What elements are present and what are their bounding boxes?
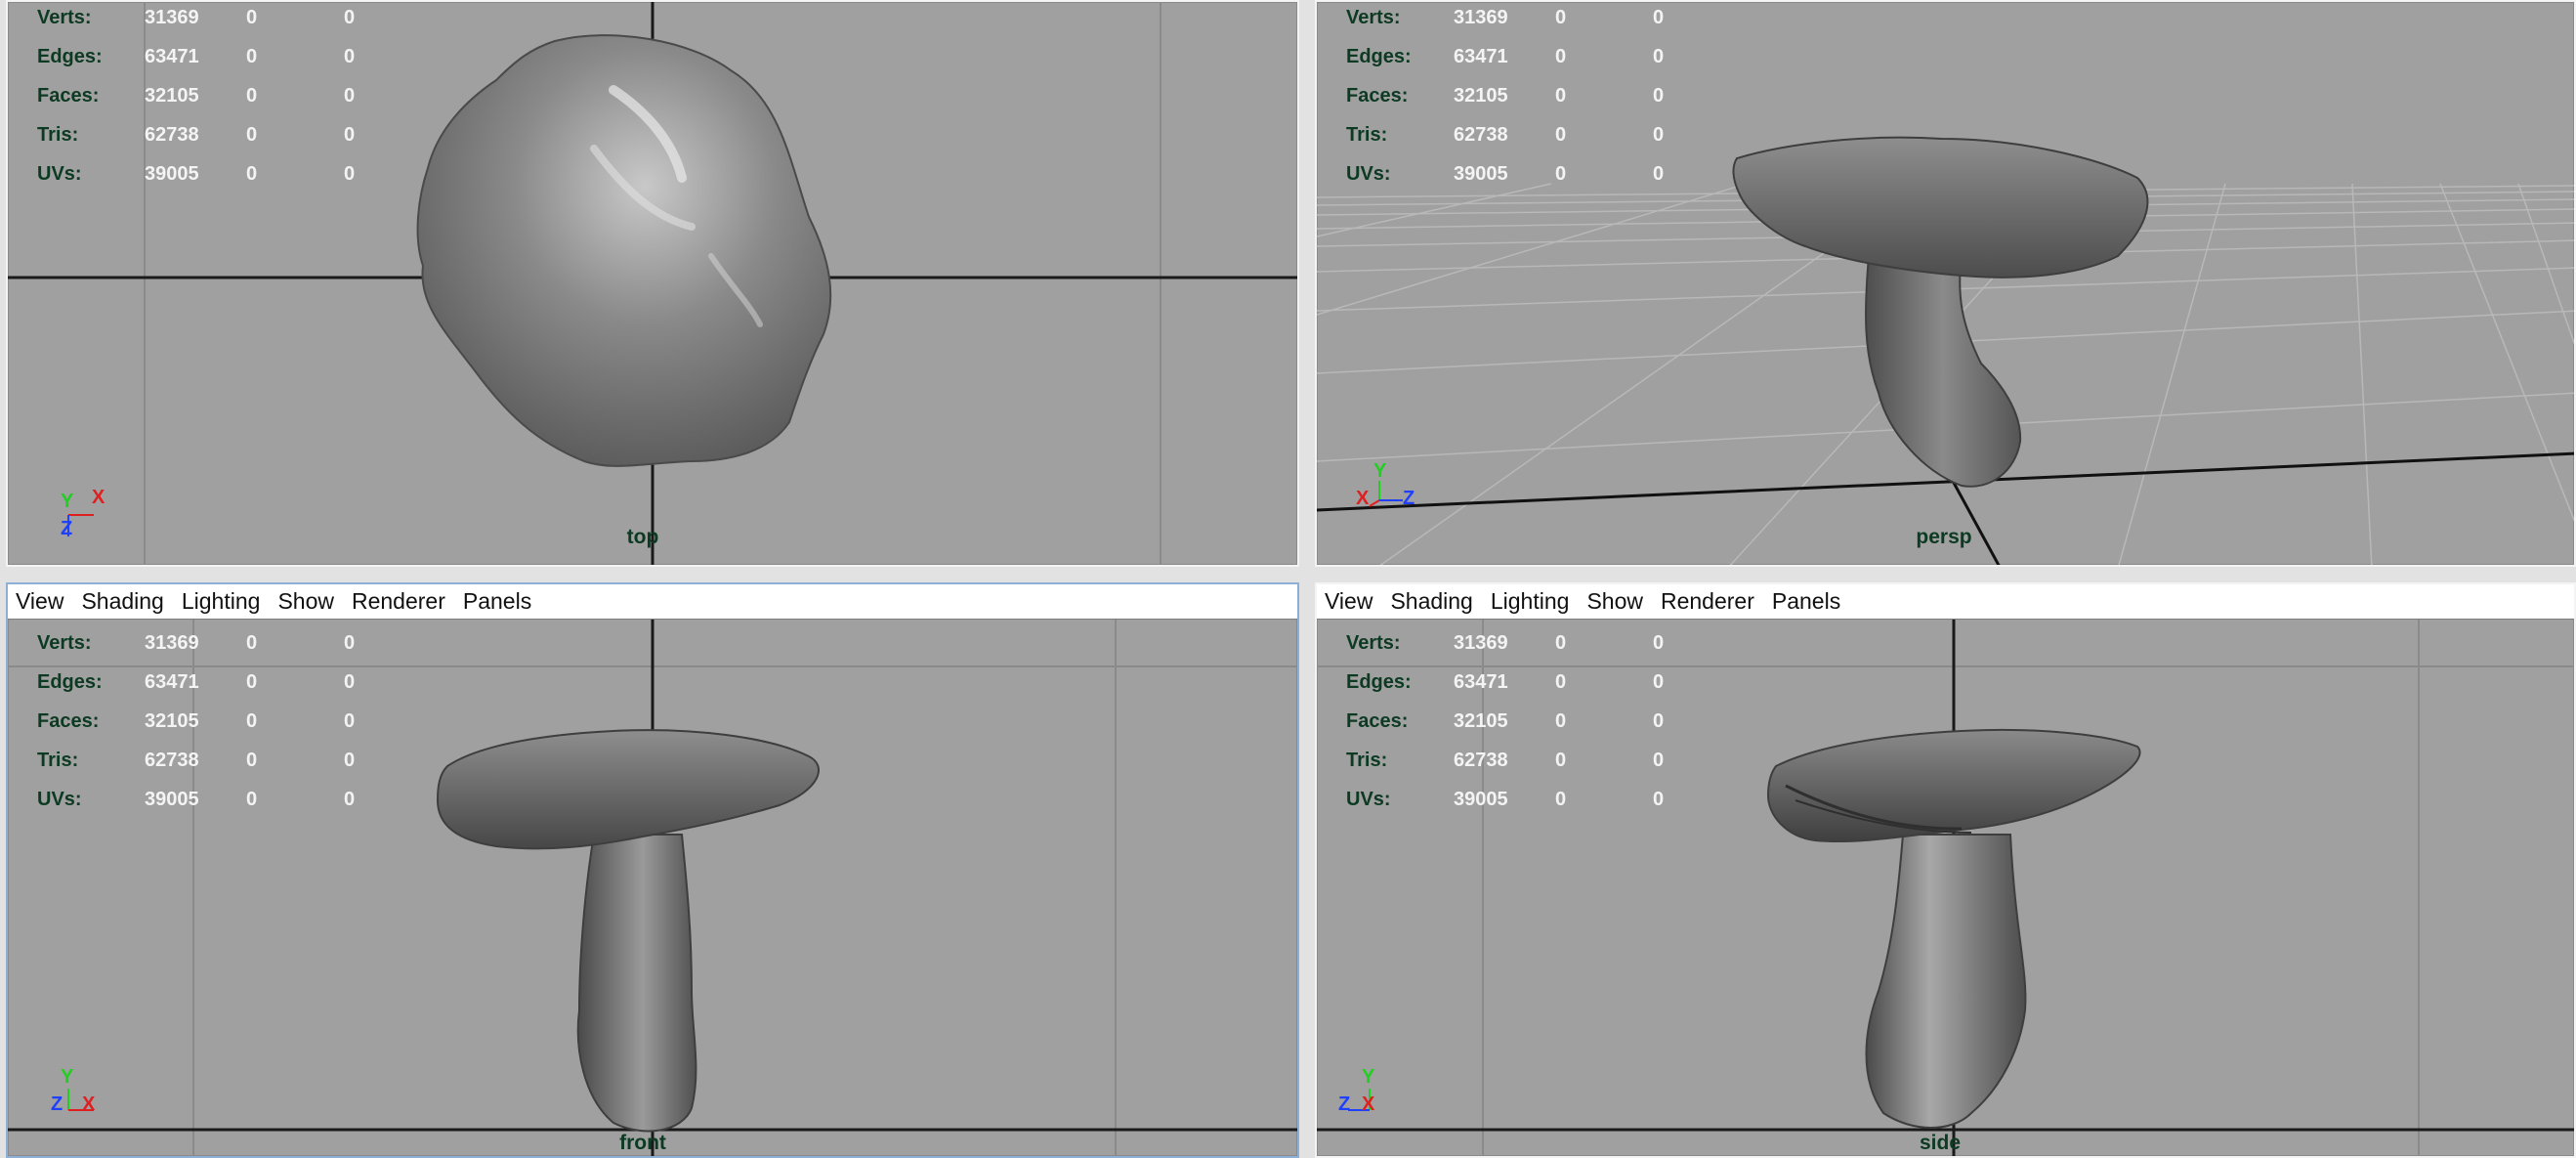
- axis-y-label: Y: [1362, 1066, 1375, 1088]
- hud-poly-count: Verts: 31369 0 0 Edges: 63471 0 0 Faces: 32105 0…: [37, 623, 402, 819]
- menu-view[interactable]: View: [1325, 588, 1372, 615]
- camera-name-side: side: [1919, 1132, 1962, 1154]
- hud-row-faces: Faces: 32105 0 0: [37, 85, 356, 107]
- axis-y-label: Y: [61, 491, 74, 512]
- menu-show[interactable]: Show: [1586, 588, 1643, 615]
- axis-x-label: X: [92, 487, 106, 508]
- menu-panels[interactable]: Panels: [1772, 588, 1840, 615]
- mushroom-stem-side: [1865, 834, 2027, 1129]
- hud-row-verts: Verts: 31369 0 0: [37, 632, 356, 654]
- menu-panels[interactable]: Panels: [463, 588, 531, 615]
- mushroom-cap-persp: [1732, 136, 2149, 279]
- hud-row-verts: Verts: 31369 0 0: [1346, 7, 1665, 28]
- hud-row-tris: Tris: 62738 0 0: [1346, 750, 1665, 771]
- axis-indicator-top: Y X Z: [47, 486, 125, 554]
- panel-menubar: View Shading Lighting Show Renderer Pane…: [8, 584, 1297, 620]
- four-view-layout: Verts: 31369 0 0 Edges: 63471 0 0 Faces: 32105 0…: [0, 0, 2576, 1158]
- axis-y-label: Y: [61, 1066, 74, 1088]
- hud-poly-count: Verts: 31369 0 0 Edges: 63471 0 0 Faces: 32105 0…: [1346, 2, 1711, 193]
- mushroom-cap-side: [1766, 728, 2141, 843]
- axis-indicator-side: Y Z X: [1336, 1063, 1415, 1132]
- hud-row-uvs: UVs: 39005 0 0: [1346, 163, 1665, 185]
- camera-name-front: front: [619, 1132, 666, 1154]
- hud-row-faces: Faces: 32105 0 0: [1346, 710, 1665, 732]
- hud-row-edges: Edges: 63471 0 0: [37, 46, 356, 67]
- hud-row-tris: Tris: 62738 0 0: [37, 124, 356, 146]
- axis-x-label: X: [1356, 488, 1370, 509]
- hud-row-uvs: UVs: 39005 0 0: [37, 789, 356, 810]
- hud-row-edges: Edges: 63471 0 0: [37, 671, 356, 693]
- hud-row-faces: Faces: 32105 0 0: [1346, 85, 1665, 107]
- axis-indicator-persp: Y X Z: [1350, 457, 1438, 526]
- axis-x-label: X: [82, 1094, 96, 1115]
- mushroom-stem-persp: [1865, 255, 2022, 488]
- hud-poly-count: Verts: 31369 0 0 Edges: 63471 0 0 Faces: 32105 0…: [37, 2, 402, 193]
- viewport-persp[interactable]: Verts: 31369 0 0 Edges: 63471 0 0 Faces: 32105 0…: [1315, 0, 2576, 567]
- hud-row-edges: Edges: 63471 0 0: [1346, 46, 1665, 67]
- hud-poly-count: Verts: 31369 0 0 Edges: 63471 0 0 Faces: 32105 0…: [1346, 623, 1711, 819]
- viewport-front[interactable]: View Shading Lighting Show Renderer Pane…: [6, 582, 1299, 1158]
- viewport-top[interactable]: Verts: 31369 0 0 Edges: 63471 0 0 Faces: 32105 0…: [6, 0, 1299, 567]
- panel-menubar: View Shading Lighting Show Renderer Pane…: [1317, 584, 2574, 620]
- menu-view[interactable]: View: [16, 588, 63, 615]
- hud-row-verts: Verts: 31369 0 0: [37, 7, 356, 28]
- menu-renderer[interactable]: Renderer: [1661, 588, 1754, 615]
- axis-z-label: Z: [51, 1094, 63, 1115]
- menu-lighting[interactable]: Lighting: [182, 588, 261, 615]
- hud-row-tris: Tris: 62738 0 0: [37, 750, 356, 771]
- axis-z-label: Z: [61, 518, 73, 539]
- hud-row-tris: Tris: 62738 0 0: [1346, 124, 1665, 146]
- mushroom-stem-front: [576, 834, 697, 1133]
- menu-renderer[interactable]: Renderer: [352, 588, 445, 615]
- menu-show[interactable]: Show: [277, 588, 334, 615]
- axis-z-label: Z: [1338, 1094, 1351, 1115]
- viewport-side[interactable]: View Shading Lighting Show Renderer Pane…: [1315, 582, 2576, 1158]
- hud-row-uvs: UVs: 39005 0 0: [1346, 789, 1665, 810]
- menu-shading[interactable]: Shading: [1390, 588, 1472, 615]
- axis-x-label: X: [1362, 1094, 1375, 1115]
- menu-shading[interactable]: Shading: [81, 588, 163, 615]
- hud-row-uvs: UVs: 39005 0 0: [37, 163, 356, 185]
- hud-row-edges: Edges: 63471 0 0: [1346, 671, 1665, 693]
- mushroom-cap-front: [436, 729, 820, 850]
- camera-name-top: top: [626, 526, 659, 548]
- hud-row-verts: Verts: 31369 0 0: [1346, 632, 1665, 654]
- hud-row-faces: Faces: 32105 0 0: [37, 710, 356, 732]
- axis-indicator-front: Y Z X: [47, 1063, 125, 1132]
- camera-name-persp: persp: [1916, 526, 1972, 548]
- axis-z-label: Z: [1403, 488, 1415, 509]
- axis-y-label: Y: [1373, 460, 1387, 482]
- menu-lighting[interactable]: Lighting: [1491, 588, 1570, 615]
